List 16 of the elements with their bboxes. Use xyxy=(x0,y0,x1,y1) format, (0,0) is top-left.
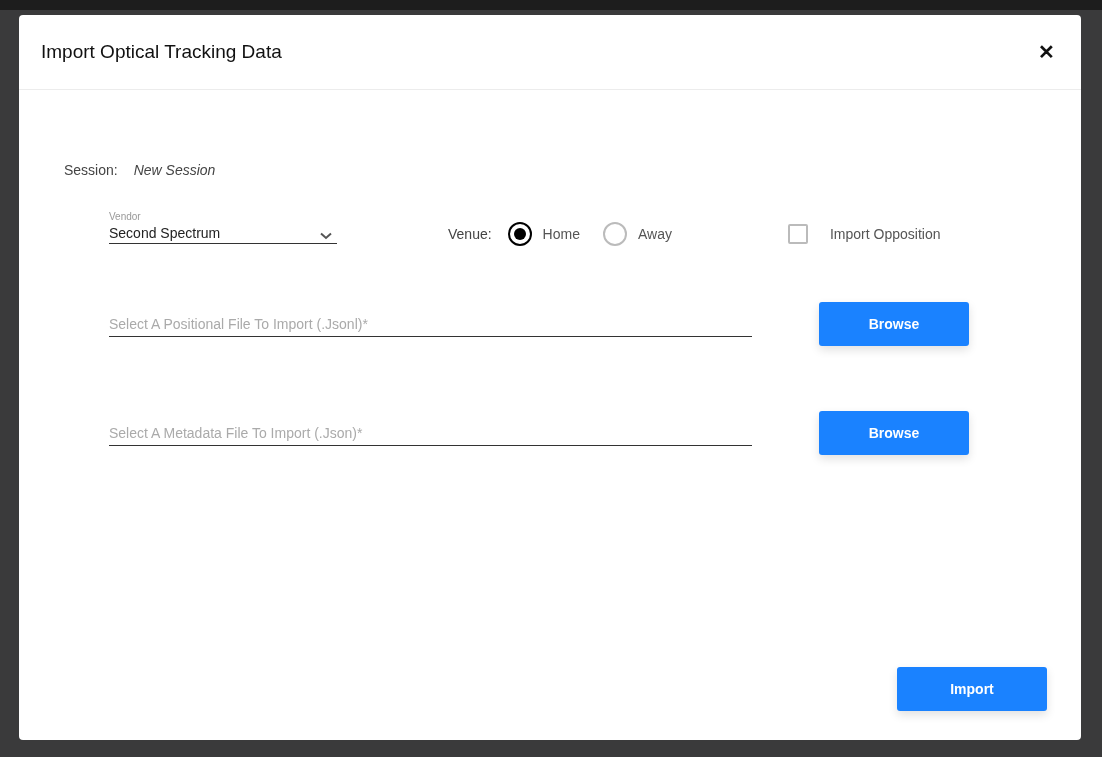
browse-button[interactable]: Browse xyxy=(819,302,969,346)
checkbox[interactable] xyxy=(787,224,808,244)
browse-button[interactable]: Browse xyxy=(819,411,969,455)
checkbox-label[interactable]: Import Opposition xyxy=(829,226,941,242)
import-button[interactable]: Import xyxy=(897,667,1047,711)
radio-button[interactable] xyxy=(507,222,532,246)
radio-label[interactable]: Away xyxy=(637,226,672,242)
session-name: New Session xyxy=(133,162,216,178)
vendor-dropdown[interactable]: Vendor Second Spectrum xyxy=(109,210,337,244)
chevron-down-icon xyxy=(320,231,332,240)
dialog-title: Import Optical Tracking Data xyxy=(41,41,282,63)
radio-label[interactable]: Home xyxy=(542,226,580,242)
close-button[interactable]: ✕ xyxy=(1038,40,1055,64)
venue-label: Venue: xyxy=(448,226,492,242)
radio-button[interactable] xyxy=(602,222,627,246)
session-label: Session: xyxy=(64,162,118,178)
